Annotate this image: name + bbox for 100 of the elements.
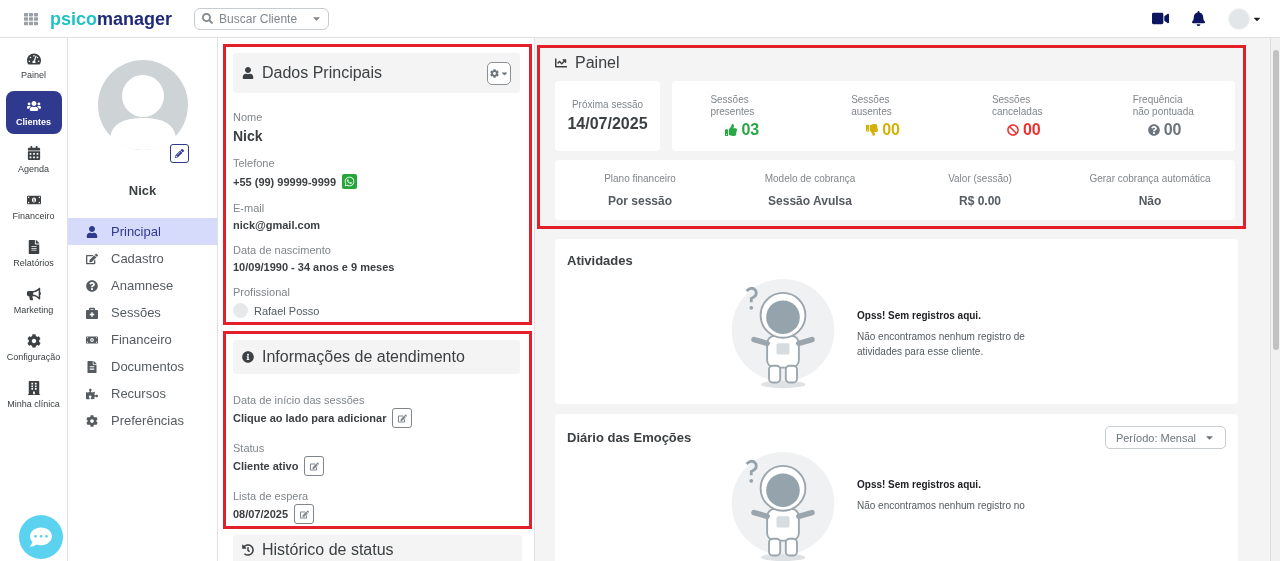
field-label: Data de início das sessões	[233, 394, 366, 406]
stat-value: 00	[1006, 120, 1041, 139]
field-label: Status	[233, 442, 266, 454]
calendar-icon	[26, 145, 41, 160]
bell-icon[interactable]	[1191, 11, 1206, 26]
puzzle-icon	[86, 387, 98, 400]
building-icon	[26, 380, 41, 395]
nav-label: Configuração	[6, 351, 61, 362]
ban-icon	[1006, 123, 1019, 136]
nav-label: Painel	[21, 69, 46, 80]
field-value: +55 (99) 99999-9999	[233, 175, 337, 188]
nav-item[interactable]: Financeiro	[5, 185, 62, 228]
empty-text: Não encontramos nenhum registro de atividades para esse cliente.	[857, 329, 1026, 359]
stat-label: Próxima sessão	[571, 99, 644, 110]
settings-button[interactable]	[487, 61, 511, 85]
chat-icon	[30, 526, 52, 548]
field-value: 10/09/1990 - 34 anos e 9 meses	[233, 261, 395, 273]
user-icon	[242, 67, 254, 79]
question-icon	[1147, 123, 1160, 136]
line-chart-icon	[555, 57, 567, 69]
finance-label: Gerar cobrança automática	[1089, 172, 1211, 184]
gear-icon	[86, 414, 98, 427]
nav-item[interactable]: Agenda	[5, 138, 62, 181]
info-icon	[242, 351, 254, 363]
card-title: Dados Principais	[262, 64, 383, 82]
nav-item[interactable]: Minha clínica	[5, 373, 62, 416]
edit-icon	[397, 413, 407, 423]
gauge-icon	[26, 51, 41, 66]
menu-item[interactable]: Recursos	[68, 380, 217, 407]
edit-button[interactable]	[294, 504, 315, 524]
menu-item[interactable]: Cadastro	[68, 245, 217, 272]
user-icon	[86, 225, 98, 238]
gear-icon	[489, 68, 499, 78]
nav-item[interactable]: Painel	[5, 44, 62, 87]
user-avatar	[233, 303, 248, 318]
video-camera-icon[interactable]	[1152, 10, 1169, 27]
menu-label: Documentos	[111, 359, 184, 374]
whatsapp-button[interactable]	[342, 174, 358, 189]
menu-label: Sessões	[111, 305, 161, 320]
gear-icon	[26, 333, 41, 348]
nav-item[interactable]: Marketing	[5, 279, 62, 322]
thumbs-down-icon	[866, 123, 879, 136]
section-title: Atividades	[567, 253, 634, 268]
menu-label: Anamnese	[111, 278, 174, 293]
menu-item[interactable]: Anamnese	[68, 272, 217, 299]
finance-label: Valor (sessão)	[948, 172, 1012, 184]
nav-item[interactable]: Configuração	[5, 326, 62, 369]
menu-item[interactable]: Documentos	[68, 353, 217, 380]
menu-item[interactable]: Financeiro	[68, 326, 217, 353]
edit-icon	[86, 252, 98, 265]
field-value: Rafael Posso	[254, 304, 320, 317]
edit-button[interactable]	[392, 408, 413, 428]
edit-button[interactable]	[304, 456, 325, 476]
card-title: Histórico de status	[262, 541, 394, 559]
stat-label: Frequência não pontuada	[1132, 93, 1195, 118]
stat-value: 00	[1147, 120, 1182, 139]
empty-title: Opss! Sem registros aqui.	[857, 479, 982, 490]
banknote-icon	[86, 333, 98, 346]
edit-photo-button[interactable]	[169, 144, 189, 163]
menu-item[interactable]: Principal	[68, 218, 217, 245]
client-name: Nick	[128, 183, 157, 198]
finance-label: Modelo de cobrança	[764, 172, 856, 184]
edit-icon	[309, 461, 319, 471]
nav-label: Agenda	[18, 163, 49, 174]
grid-menu-icon[interactable]	[24, 11, 38, 26]
card-title: Informações de atendimento	[262, 348, 465, 366]
nav-item[interactable]: Clientes	[5, 91, 62, 134]
nav-label: Clientes	[16, 116, 51, 127]
field-value: nick@gmail.com	[233, 219, 321, 231]
field-label: Lista de espera	[233, 490, 310, 502]
medical-bag-icon	[86, 306, 98, 319]
menu-item[interactable]: Sessões	[68, 299, 217, 326]
field-label: Data de nascimento	[233, 244, 332, 256]
stat-value: 03	[725, 120, 760, 139]
document-icon	[86, 360, 98, 373]
field-value: 08/07/2025	[233, 508, 289, 520]
search-icon	[202, 12, 214, 24]
menu-label: Cadastro	[111, 251, 164, 266]
nav-label: Marketing	[13, 304, 54, 315]
panel-title: Painel	[575, 54, 620, 72]
menu-label: Principal	[111, 224, 161, 239]
finance-value: Por sessão	[607, 193, 672, 208]
stat-value: 14/07/2025	[567, 115, 648, 133]
stat-value: 00	[866, 120, 900, 139]
field-label: E-mail	[233, 202, 266, 214]
users-icon	[26, 98, 41, 113]
nav-item[interactable]: Relatórios	[5, 232, 62, 275]
edit-icon	[299, 509, 309, 519]
scrollbar-thumb[interactable]	[1272, 50, 1279, 350]
chat-bubble-icon	[344, 176, 356, 187]
period-dropdown[interactable]: Período: Mensal	[1104, 426, 1226, 449]
menu-item[interactable]: Preferências	[68, 407, 217, 434]
section-title: Diário das Emoções	[567, 430, 692, 445]
logo: psicomanager	[50, 7, 173, 30]
search-field[interactable]: Buscar Cliente	[194, 7, 330, 30]
field-label: Nome	[233, 111, 264, 123]
pencil-icon	[174, 149, 184, 158]
document-icon	[26, 239, 41, 254]
stat-label: Sessões canceladas	[991, 93, 1044, 118]
finance-label: Plano financeiro	[604, 172, 676, 184]
